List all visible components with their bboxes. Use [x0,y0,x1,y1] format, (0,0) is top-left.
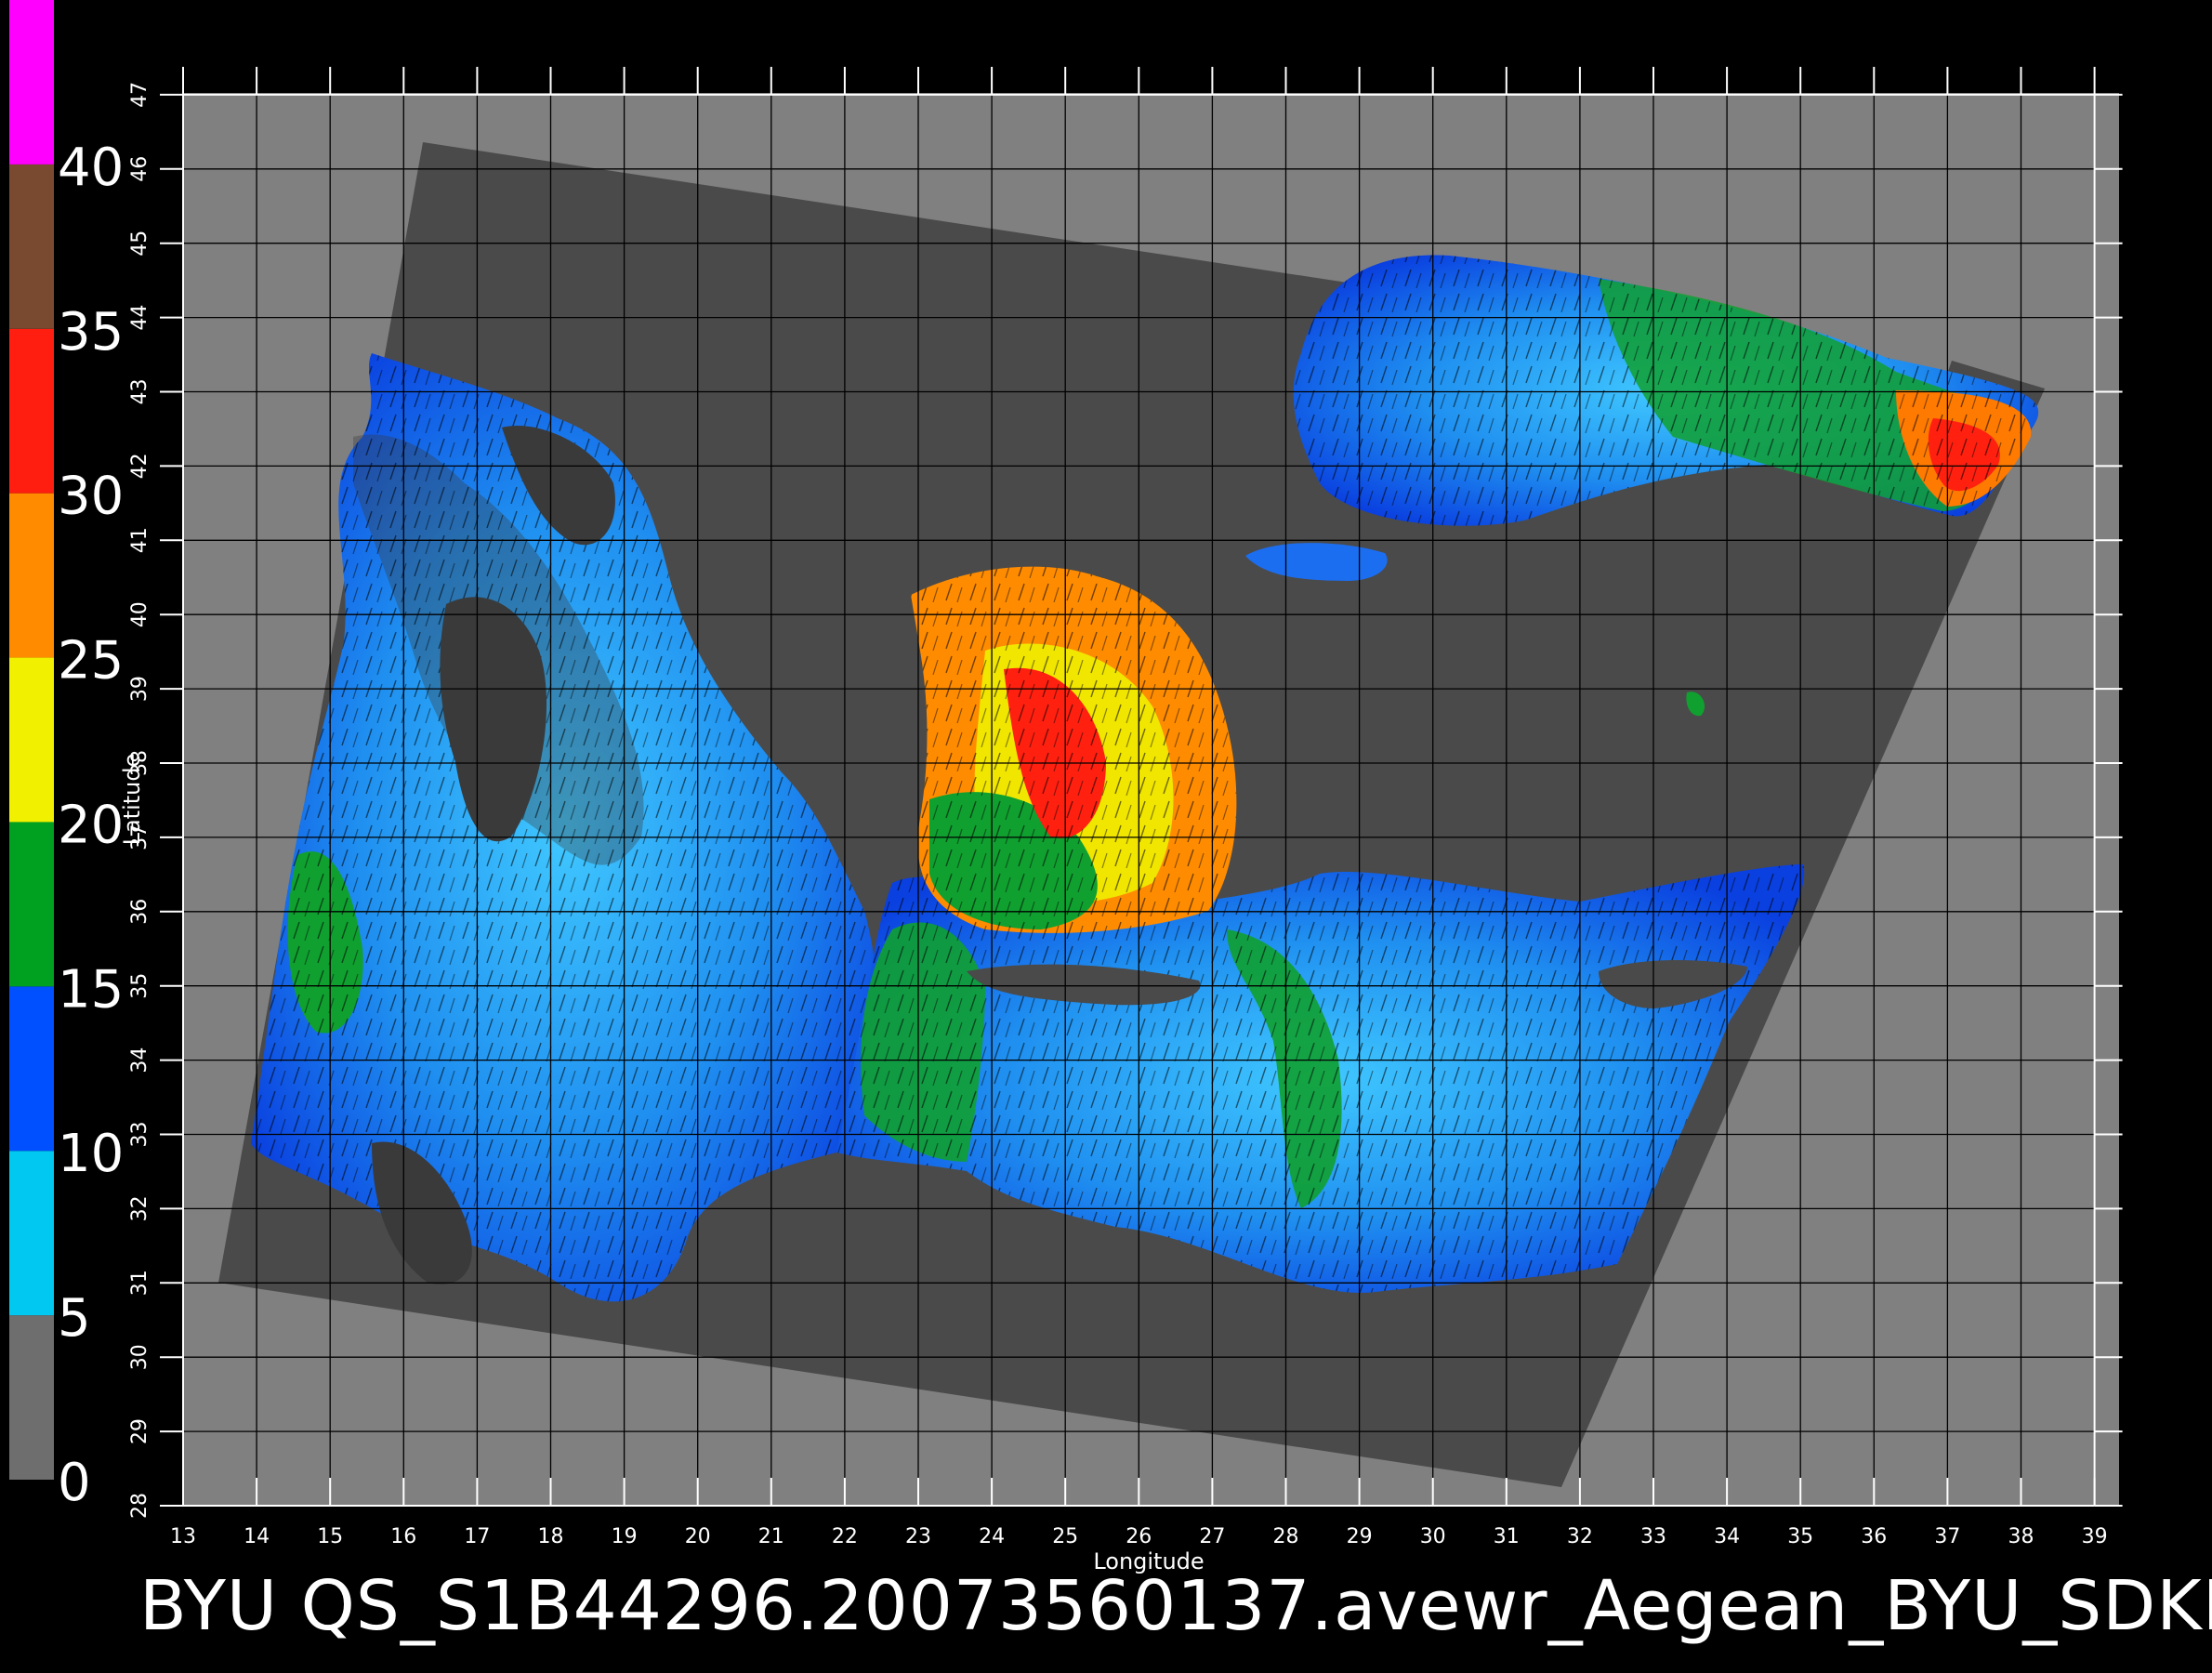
y-tick-label: 43 [128,379,151,405]
x-tick-label: 31 [1494,1525,1520,1548]
x-tick-label: 22 [832,1525,858,1548]
x-tick-label: 26 [1126,1525,1152,1548]
y-tick-label: 29 [128,1418,151,1444]
y-tick-label: 46 [128,156,151,182]
y-tick-label: 32 [128,1195,151,1221]
x-tick-label: 13 [170,1525,196,1548]
colorbar-band [9,164,54,329]
y-tick-label: 41 [128,527,151,553]
colorbar-band [9,986,54,1152]
x-tick-label: 20 [685,1525,711,1548]
colorbar-label: 5 [58,1288,91,1349]
x-tick-label: 38 [2008,1525,2034,1548]
x-tick-label: 35 [1787,1525,1813,1548]
colorbar-label: 35 [58,302,124,362]
x-tick-label: 25 [1052,1525,1078,1548]
colorbar-label: 40 [58,138,124,198]
y-tick-label: 31 [128,1270,151,1296]
y-tick-label: 39 [128,676,151,702]
y-tick-label: 45 [128,231,151,257]
colorbar-label: 15 [58,959,124,1020]
x-tick-label: 34 [1714,1525,1740,1548]
y-tick-label: 44 [128,305,151,331]
x-tick-label: 17 [464,1525,490,1548]
x-tick-label: 36 [1861,1525,1887,1548]
x-tick-label: 27 [1199,1525,1225,1548]
x-tick-label: 15 [317,1525,343,1548]
x-tick-label: 19 [612,1525,638,1548]
colorbar-band [9,822,54,987]
x-tick-label: 33 [1640,1525,1666,1548]
colorbar-band [9,657,54,823]
x-tick-label: 30 [1420,1525,1446,1548]
colorbar-band [9,493,54,658]
x-tick-label: 18 [538,1525,564,1548]
x-tick-label: 16 [390,1525,416,1548]
y-tick-label: 42 [128,453,151,479]
y-tick-label: 40 [128,601,151,627]
y-tick-label: 36 [128,899,151,925]
y-tick-label: 30 [128,1344,151,1370]
colorbar-band [9,0,54,165]
colorbar: 0 5 10 15 20 25 30 35 40 [9,0,124,1513]
colorbar-label: 25 [58,631,124,692]
x-tick-label: 28 [1273,1525,1299,1548]
colorbar-band [9,1315,54,1480]
y-tick-label: 28 [128,1493,151,1519]
colorbar-label: 10 [58,1124,124,1184]
x-tick-label: 39 [2082,1525,2108,1548]
colorbar-band [9,1151,54,1316]
y-tick-label: 34 [128,1047,151,1074]
x-tick-label: 24 [979,1525,1005,1548]
x-tick-label: 37 [1934,1525,1960,1548]
x-tick-label: 14 [244,1525,270,1548]
wind-speed-map: 13 14 15 16 17 18 19 20 21 22 23 24 25 26 27 28 29 30 31 32… [9,0,2123,1574]
y-tick-label: 33 [128,1122,151,1148]
image-title: BYU QS_S1B44296.20073560137.avewr_Aegean… [139,1566,2212,1646]
x-tick-label: 32 [1567,1525,1593,1548]
x-tick-label: 29 [1347,1525,1373,1548]
colorbar-label: 30 [58,467,124,527]
x-tick-label: 21 [758,1525,784,1548]
colorbar-label: 20 [58,795,124,855]
colorbar-band [9,328,54,494]
y-tick-label: 35 [128,973,151,999]
colorbar-label: 0 [58,1453,91,1513]
x-tick-label: 23 [905,1525,931,1548]
y-tick-label: 47 [128,82,151,108]
